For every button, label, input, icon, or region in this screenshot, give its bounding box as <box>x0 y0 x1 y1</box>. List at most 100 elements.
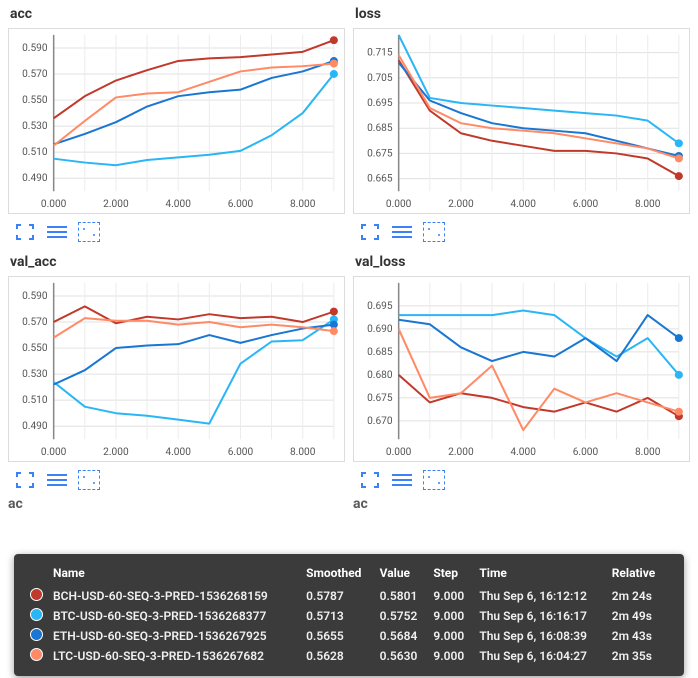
series-smoothed: 0.5713 <box>304 606 378 626</box>
th-step: Step <box>431 564 477 586</box>
tooltip-row: ETH-USD-60-SEQ-3-PRED-1536267925 0.5655 … <box>28 626 670 646</box>
svg-text:0.510: 0.510 <box>22 147 48 158</box>
svg-text:0.695: 0.695 <box>367 98 393 109</box>
svg-text:0.000: 0.000 <box>41 447 67 458</box>
chart-plot-val-acc[interactable]: 0.490 0.510 0.530 0.550 0.570 0.590 0.000 2.000… <box>8 276 345 462</box>
svg-text:8.000: 8.000 <box>290 447 316 458</box>
tooltip-row: LTC-USD-60-SEQ-3-PRED-1536267682 0.5628 … <box>28 646 670 666</box>
series-swatch <box>30 648 43 661</box>
svg-text:8.000: 8.000 <box>290 199 316 210</box>
fit-domain-icon[interactable] <box>78 470 100 490</box>
tooltip-row: BTC-USD-60-SEQ-3-PRED-1536268377 0.5713 … <box>28 606 670 626</box>
rows-icon[interactable] <box>391 222 413 242</box>
svg-text:0.665: 0.665 <box>367 174 393 185</box>
series-smoothed: 0.5628 <box>304 646 378 666</box>
series-relative: 2m 43s <box>610 626 670 646</box>
svg-text:2.000: 2.000 <box>448 199 474 210</box>
series-time: Thu Sep 6, 16:16:17 <box>477 606 609 626</box>
series-step: 9.000 <box>431 586 477 606</box>
svg-text:6.000: 6.000 <box>573 447 599 458</box>
panel-title: val_acc <box>10 254 345 270</box>
fit-domain-icon[interactable] <box>423 222 445 242</box>
svg-text:4.000: 4.000 <box>165 199 191 210</box>
expand-icon[interactable] <box>14 470 36 490</box>
th-swatch <box>28 564 51 586</box>
panel-title: val_loss <box>355 254 690 270</box>
svg-text:6.000: 6.000 <box>573 199 599 210</box>
svg-text:0.675: 0.675 <box>367 393 393 404</box>
svg-text:8.000: 8.000 <box>635 199 661 210</box>
svg-text:0.685: 0.685 <box>367 123 393 134</box>
panel-acc: acc 0.4900.5100.5300.5500.5700.5900.0002… <box>8 4 345 248</box>
series-smoothed: 0.5787 <box>304 586 378 606</box>
tooltip-header-row: Name Smoothed Value Step Time Relative <box>28 564 670 586</box>
series-swatch <box>30 628 43 641</box>
svg-text:6.000: 6.000 <box>228 199 254 210</box>
rows-icon[interactable] <box>46 222 68 242</box>
chart-controls <box>8 214 345 248</box>
svg-text:0.570: 0.570 <box>22 69 48 80</box>
svg-text:0.000: 0.000 <box>41 199 67 210</box>
svg-text:0.530: 0.530 <box>22 121 48 132</box>
rows-icon[interactable] <box>46 470 68 490</box>
th-name: Name <box>51 564 304 586</box>
svg-text:0.705: 0.705 <box>367 73 393 84</box>
series-relative: 2m 49s <box>610 606 670 626</box>
svg-text:0.685: 0.685 <box>367 347 393 358</box>
series-value: 0.5630 <box>378 646 432 666</box>
svg-text:0.530: 0.530 <box>22 369 48 380</box>
svg-text:4.000: 4.000 <box>165 447 191 458</box>
series-swatch <box>30 588 43 601</box>
rows-icon[interactable] <box>391 470 413 490</box>
chart-plot-loss[interactable]: 0.665 0.675 0.685 0.695 0.705 0.715 0.000 2.000… <box>353 28 690 214</box>
svg-text:0.490: 0.490 <box>22 421 48 432</box>
svg-text:0.715: 0.715 <box>367 48 393 59</box>
svg-text:0.680: 0.680 <box>367 370 393 381</box>
svg-text:0.000: 0.000 <box>386 199 412 210</box>
chart-grid: acc 0.4900.5100.5300.5500.5700.5900.0002… <box>0 0 698 496</box>
chart-plot-acc[interactable]: 0.4900.5100.5300.5500.5700.5900.0002.000… <box>8 28 345 214</box>
panel-val-loss: val_loss 0.6700.6750.6800.6850.6900.6950… <box>353 252 690 496</box>
series-name: ETH-USD-60-SEQ-3-PRED-1536267925 <box>51 626 304 646</box>
series-name: LTC-USD-60-SEQ-3-PRED-1536267682 <box>51 646 304 666</box>
fit-domain-icon[interactable] <box>423 470 445 490</box>
svg-text:4.000: 4.000 <box>510 447 536 458</box>
series-relative: 2m 35s <box>610 646 670 666</box>
svg-text:0.690: 0.690 <box>367 324 393 335</box>
svg-text:4.000: 4.000 <box>510 199 536 210</box>
chart-controls <box>8 462 345 496</box>
partial-next-row: ac ac <box>0 496 698 516</box>
svg-text:0.550: 0.550 <box>22 343 48 354</box>
series-relative: 2m 24s <box>610 586 670 606</box>
svg-text:0.570: 0.570 <box>22 317 48 328</box>
series-value: 0.5752 <box>378 606 432 626</box>
svg-text:0.675: 0.675 <box>367 148 393 159</box>
th-value: Value <box>378 564 432 586</box>
fit-domain-icon[interactable] <box>78 222 100 242</box>
svg-text:0.590: 0.590 <box>22 43 48 54</box>
partial-title-right: ac <box>353 496 690 516</box>
series-step: 9.000 <box>431 606 477 626</box>
panel-loss: loss 0.6650.6750.6850.6950.7050.7150.000… <box>353 4 690 248</box>
expand-icon[interactable] <box>359 222 381 242</box>
tooltip-row: BCH-USD-60-SEQ-3-PRED-1536268159 0.5787 … <box>28 586 670 606</box>
expand-icon[interactable] <box>359 470 381 490</box>
panel-val-acc: val_acc 0.4900.5100.5300.5500.5700.5900.… <box>8 252 345 496</box>
series-swatch <box>30 608 43 621</box>
chart-controls <box>353 214 690 248</box>
partial-title-left: ac <box>8 496 345 516</box>
expand-icon[interactable] <box>14 222 36 242</box>
svg-text:0.490: 0.490 <box>22 173 48 184</box>
svg-text:8.000: 8.000 <box>635 447 661 458</box>
series-smoothed: 0.5655 <box>304 626 378 646</box>
series-name: BTC-USD-60-SEQ-3-PRED-1536268377 <box>51 606 304 626</box>
th-smoothed: Smoothed <box>304 564 378 586</box>
svg-text:2.000: 2.000 <box>103 447 129 458</box>
svg-text:2.000: 2.000 <box>448 447 474 458</box>
th-time: Time <box>477 564 609 586</box>
chart-plot-val-loss[interactable]: 0.6700.6750.6800.6850.6900.6950.0002.000… <box>353 276 690 462</box>
series-value: 0.5801 <box>378 586 432 606</box>
svg-text:0.510: 0.510 <box>22 395 48 406</box>
svg-text:0.590: 0.590 <box>22 291 48 302</box>
series-step: 9.000 <box>431 646 477 666</box>
